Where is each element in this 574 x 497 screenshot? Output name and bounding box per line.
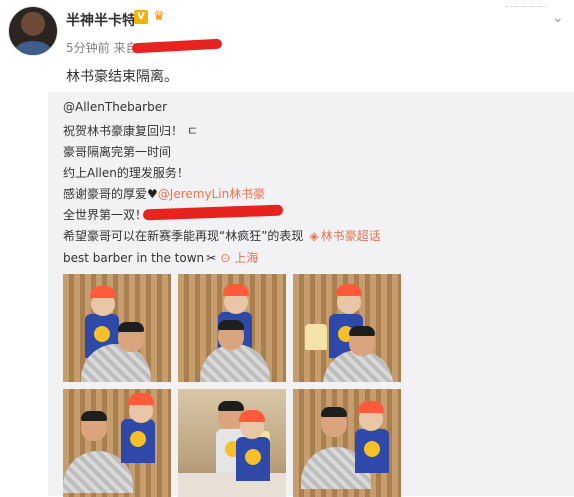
repost-line-7: best barber in the town ✂ ⊙ 上海 [63,249,258,266]
repost-line-5: 全世界第一双！ [63,208,148,222]
decoration [506,6,548,17]
status-text: 林书豪结束隔离。 [66,69,178,85]
location-pin-icon: ⊙ [220,251,231,265]
username[interactable]: 半神半卡特 [66,10,136,30]
mention-link[interactable]: @JeremyLin林书豪 [158,187,265,201]
repost-line-1-text: 祝贺林书豪康复回归！ [63,124,184,138]
redaction-mark [131,38,223,54]
repost-box: @AllenThebarber 祝贺林书豪康复回归！ㄷ 豪哥隔离完第一时间 约上… [48,92,574,497]
scissors-icon: ✂ [206,251,217,265]
weibo-post: 半神半卡特 V ♛ ⌄ 5分钟前 来自 林书豪结束隔离。 @AllenThebar… [0,0,574,497]
avatar[interactable] [8,6,58,56]
vip-badge-icon: V [134,10,148,24]
repost-line-7-text: best barber in the town [63,251,205,265]
photo-thumbnail-4[interactable] [63,389,171,497]
repost-line-2: 豪哥隔离完第一时间 [63,145,172,159]
repost-line-4-text: 感谢豪哥的厚爱 [63,187,148,201]
photo-thumbnail-5[interactable] [178,389,286,497]
repost-line-1: 祝贺林书豪康复回归！ㄷ [63,122,198,139]
photo-thumbnail-3[interactable] [293,274,401,382]
post-meta: 5分钟前 来自 [66,39,138,56]
repost-line-6-text: 希望豪哥可以在新赛季能再现“林疯狂”的表现 [63,229,304,243]
location-link[interactable]: 上海 [234,251,258,265]
crown-icon: ♛ [153,9,165,24]
photo-thumbnail-2[interactable] [178,274,286,382]
repost-line-4: 感谢豪哥的厚爱♥@JeremyLin林书豪 [63,185,265,202]
redaction-mark [142,204,284,221]
repost-line-6: 希望豪哥可以在新赛季能再现“林疯狂”的表现 ◈ 林书豪超话 [63,227,381,244]
topic-link[interactable]: 林书豪超话 [321,229,381,243]
topic-icon: ◈ [309,229,319,243]
chevron-down-icon[interactable]: ⌄ [552,10,564,26]
emoji-icon: ㄷ [187,124,199,138]
photo-thumbnail-6[interactable] [293,389,401,497]
repost-line-3: 约上Allen的理发服务！ [63,166,189,180]
heart-icon: ♥ [147,187,158,201]
photo-thumbnail-1[interactable] [63,274,171,382]
repost-author[interactable]: @AllenThebarber [63,100,167,114]
post-time[interactable]: 5分钟前 [66,41,110,55]
